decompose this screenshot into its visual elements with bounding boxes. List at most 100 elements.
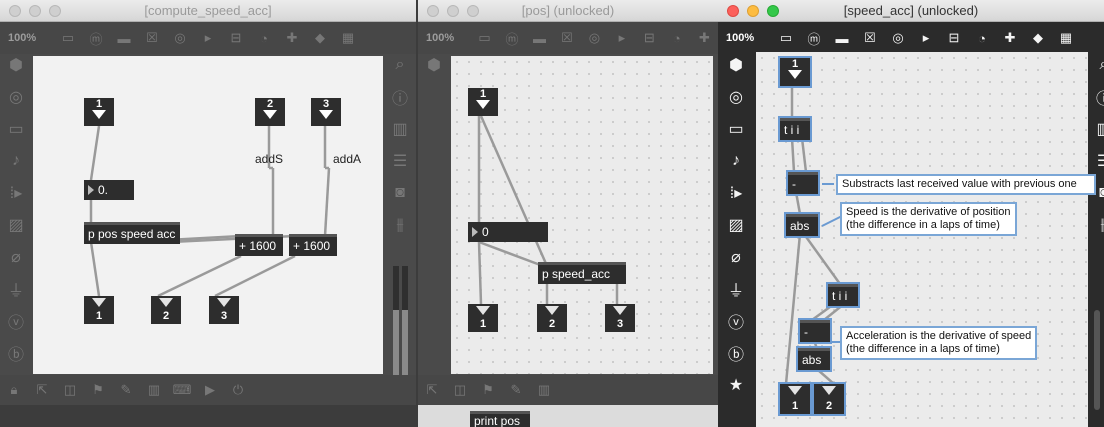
presentation-icon[interactable]: ▭ <box>776 28 796 48</box>
paperclip-icon[interactable]: ⌀ <box>725 246 747 268</box>
object-t-i-i[interactable]: t i i <box>826 282 860 308</box>
v-icon[interactable]: ⓥ <box>725 310 747 332</box>
message-icon[interactable]: ▬ <box>530 28 549 48</box>
inlet-1[interactable]: 1 <box>778 56 812 88</box>
camera-icon[interactable]: ◙ <box>389 182 411 204</box>
inlet-2[interactable]: 2 <box>255 98 285 126</box>
outlet-1[interactable]: 1 <box>468 304 498 332</box>
piano-icon[interactable]: ▥ <box>144 380 164 400</box>
info-icon[interactable]: ⓘ <box>1093 86 1104 108</box>
object-add-1600[interactable]: + 1600 <box>289 234 337 256</box>
button-icon[interactable]: ◎ <box>888 28 908 48</box>
comment-speed[interactable]: Speed is the derivative of position (the… <box>840 202 1017 236</box>
paperclip-icon[interactable]: ⌀ <box>5 246 27 268</box>
presentation-mode-icon[interactable]: ⇱ <box>422 380 442 400</box>
presentation-icon[interactable]: ▭ <box>475 28 494 48</box>
number-icon[interactable]: ⊟ <box>640 28 659 48</box>
outlet-1[interactable]: 1 <box>778 382 812 416</box>
object-add-1600[interactable]: + 1600 <box>235 234 283 256</box>
toggle-icon[interactable]: ☒ <box>557 28 576 48</box>
dial-icon[interactable]: ◔ <box>667 28 686 48</box>
toggle-icon[interactable]: ☒ <box>860 28 880 48</box>
paint-bucket-icon[interactable]: ◆ <box>1028 28 1048 48</box>
window-icon[interactable]: ▭ <box>5 118 27 140</box>
slider-icon[interactable]: ▸ <box>916 28 936 48</box>
button-icon[interactable]: ◎ <box>585 28 604 48</box>
outlet-2[interactable]: 2 <box>812 382 846 416</box>
patcher-canvas[interactable]: 1 t i i - abs t i i - abs Substracts las… <box>756 52 1096 427</box>
outlet-3[interactable]: 3 <box>605 304 635 332</box>
vertical-scrollbar[interactable] <box>1094 310 1100 410</box>
inlet-1[interactable]: 1 <box>84 98 114 126</box>
toggle-icon[interactable]: ☒ <box>142 28 162 48</box>
plug-icon[interactable]: ⏚ <box>5 278 27 300</box>
presentation-mode-icon[interactable]: ⇱ <box>32 380 52 400</box>
grid-icon[interactable]: ▦ <box>338 28 358 48</box>
number-icon[interactable]: ⊟ <box>944 28 964 48</box>
image-icon[interactable]: ▨ <box>725 214 747 236</box>
patcher-canvas[interactable]: 1 0 p speed_acc 1 2 3 <box>451 56 713 374</box>
b-icon[interactable]: ⓑ <box>725 342 747 364</box>
image-icon[interactable]: ▨ <box>5 214 27 236</box>
step-icon[interactable]: ⁞▸ <box>725 182 747 204</box>
object-minus[interactable]: - <box>786 170 820 196</box>
target-icon[interactable]: ◎ <box>725 86 747 108</box>
step-icon[interactable]: ⁞▸ <box>5 182 27 204</box>
object-abs[interactable]: abs <box>796 346 832 372</box>
wrench-icon[interactable]: ✎ <box>506 380 526 400</box>
note-icon[interactable]: ♪ <box>725 150 747 172</box>
message-icon[interactable]: ▬ <box>832 28 852 48</box>
number-icon[interactable]: ⊟ <box>226 28 246 48</box>
target-icon[interactable]: ◎ <box>5 86 27 108</box>
add-icon[interactable]: ✚ <box>1000 28 1020 48</box>
zoom-level[interactable]: 100% <box>8 32 54 44</box>
presentation-icon[interactable]: ▭ <box>58 28 78 48</box>
titlebar[interactable]: [pos] (unlocked) <box>418 0 718 22</box>
paint-bucket-icon[interactable]: ◆ <box>310 28 330 48</box>
minimize-button[interactable] <box>29 5 41 17</box>
grid-icon[interactable]: ▦ <box>1056 28 1076 48</box>
v-icon[interactable]: ⓥ <box>5 310 27 332</box>
dial-icon[interactable]: ◔ <box>972 28 992 48</box>
power-icon[interactable]: ⏻ <box>228 380 248 400</box>
button-icon[interactable]: ◎ <box>170 28 190 48</box>
object-abs[interactable]: abs <box>784 212 820 238</box>
object-p-speed-acc[interactable]: p speed_acc <box>538 262 626 284</box>
list-icon[interactable]: ☰ <box>389 150 411 172</box>
play-icon[interactable]: ▶ <box>200 380 220 400</box>
message-icon[interactable]: ▬ <box>114 28 134 48</box>
columns-icon[interactable]: ▥ <box>389 118 411 140</box>
comment-acceleration[interactable]: Acceleration is the derivative of speed … <box>840 326 1038 360</box>
columns-icon[interactable]: ▥ <box>1093 118 1104 140</box>
object-p-pos-speed-acc[interactable]: p pos speed acc <box>84 222 180 244</box>
number-box[interactable]: 0. <box>84 180 134 200</box>
inlet-1[interactable]: 1 <box>468 88 498 116</box>
minimize-button[interactable] <box>447 5 459 17</box>
mixer-icon[interactable]: ⫵ <box>1093 214 1104 236</box>
outlet-3[interactable]: 3 <box>209 296 239 324</box>
b-icon[interactable]: ⓑ <box>5 342 27 364</box>
comment-subtract[interactable]: Substracts last received value with prev… <box>836 174 1096 195</box>
comment-icon[interactable]: ⓜ <box>86 28 106 48</box>
outlet-2[interactable]: 2 <box>151 296 181 324</box>
list-icon[interactable]: ☰ <box>1093 150 1104 172</box>
patcher-canvas[interactable]: 1 2 3 addS addA 0. p pos speed acc + 160… <box>33 56 383 374</box>
mixer-icon[interactable]: ⫵ <box>389 214 411 236</box>
slider-icon[interactable]: ▸ <box>198 28 218 48</box>
piano-icon[interactable]: ▥ <box>534 380 554 400</box>
number-box[interactable]: 0 <box>468 222 548 242</box>
cube-icon[interactable]: ⬢ <box>725 54 747 76</box>
object-minus[interactable]: - <box>798 318 832 344</box>
wrench-icon[interactable]: ✎ <box>116 380 136 400</box>
titlebar[interactable]: [speed_acc] (unlocked) <box>718 0 1104 22</box>
close-button[interactable] <box>9 5 21 17</box>
debug-icon[interactable]: ◫ <box>450 380 470 400</box>
minimize-button[interactable] <box>747 5 759 17</box>
inlet-3[interactable]: 3 <box>311 98 341 126</box>
info-icon[interactable]: ⓘ <box>389 86 411 108</box>
debug-icon[interactable]: ◫ <box>60 380 80 400</box>
dial-icon[interactable]: ◔ <box>254 28 274 48</box>
outlet-1[interactable]: 1 <box>84 296 114 324</box>
add-icon[interactable]: ✚ <box>695 28 714 48</box>
close-button[interactable] <box>427 5 439 17</box>
